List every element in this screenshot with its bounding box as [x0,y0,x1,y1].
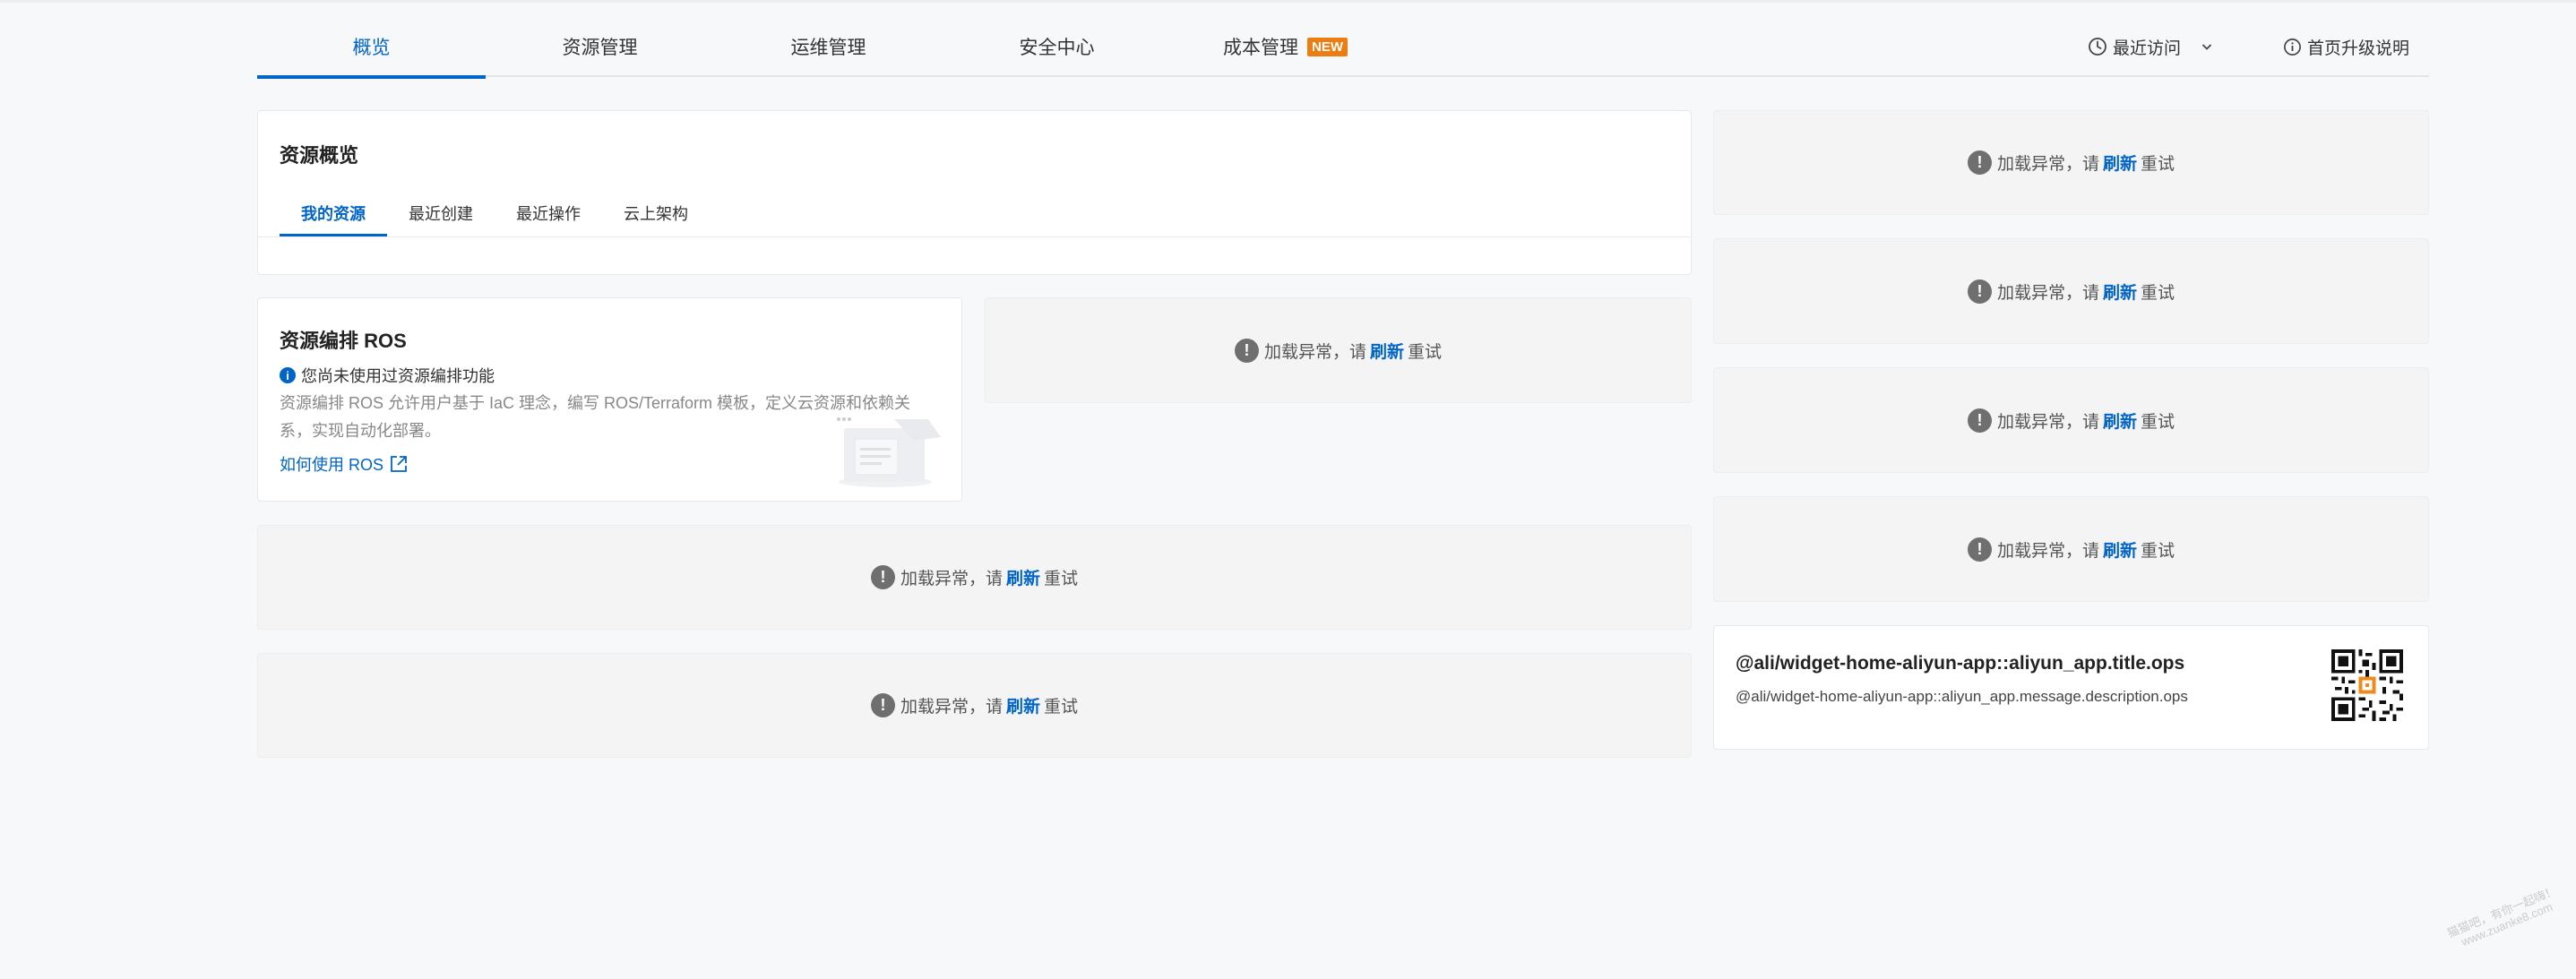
ros-link-label: 如何使用 ROS [280,456,384,474]
error-text: 加载异常，请 [1996,541,2099,561]
refresh-link[interactable]: 刷新 [2103,408,2137,433]
exclamation-icon: ! [1967,408,1992,433]
error-suffix: 重试 [1044,570,1079,588]
load-error-card: ! 加载异常，请 刷新 重试 [257,525,1692,630]
how-to-use-ros-link[interactable]: 如何使用 ROS [280,452,409,476]
error-suffix: 重试 [2141,155,2175,174]
resource-overview-title: 资源概览 [280,144,359,167]
refresh-link[interactable]: 刷新 [2103,279,2137,304]
error-text: 加载异常，请 [1996,283,2099,303]
ros-info-text: 您尚未使用过资源编排功能 [301,367,495,385]
ros-info: i 您尚未使用过资源编排功能 [280,364,495,387]
exclamation-icon: ! [870,565,895,589]
tab-label: 成本管理 [1223,38,1298,58]
refresh-link[interactable]: 刷新 [1006,565,1040,589]
error-text: 加载异常，请 [1996,412,2099,432]
new-badge: NEW [1307,37,1348,56]
resource-overview-card: 资源概览 我的资源 最近创建 最近操作 云上架构 [257,110,1692,275]
tab-ops-management[interactable]: 运维管理 [714,16,943,77]
error-suffix: 重试 [2141,541,2175,561]
homepage-upgrade-notes-link[interactable]: 首页升级说明 [2283,16,2409,77]
tab-security-center[interactable]: 安全中心 [943,16,1171,77]
subtab-recent-operations[interactable]: 最近操作 [495,201,602,236]
recent-visits-dropdown[interactable]: 最近访问 [2088,16,2218,77]
error-suffix: 重试 [2141,283,2175,303]
chevron-down-icon [2201,44,2212,50]
load-error-card: ! 加载异常，请 刷新 重试 [1713,110,2429,215]
error-text: 加载异常，请 [1996,155,2099,174]
error-text: 加载异常，请 [1263,342,1366,362]
exclamation-icon: ! [1967,279,1992,304]
load-error-card: ! 加载异常，请 刷新 重试 [257,653,1692,758]
exclamation-icon: ! [1967,537,1992,562]
exclamation-icon: ! [1967,150,1992,175]
refresh-link[interactable]: 刷新 [1006,693,1040,717]
exclamation-icon: ! [870,693,895,717]
subtab-my-resources[interactable]: 我的资源 [280,201,387,236]
exclamation-icon: ! [1234,338,1259,363]
subtab-cloud-architecture[interactable]: 云上架构 [602,201,710,236]
top-border [0,0,2576,3]
aliyun-app-description: @ali/widget-home-aliyun-app::aliyun_app.… [1736,688,2188,705]
error-text: 加载异常，请 [900,698,1003,717]
subtab-recently-created[interactable]: 最近创建 [387,201,495,236]
external-link-icon [391,456,407,472]
upgrade-notes-label: 首页升级说明 [2306,39,2409,58]
refresh-link[interactable]: 刷新 [2103,537,2137,562]
error-suffix: 重试 [1408,342,1443,362]
error-suffix: 重试 [1044,698,1079,717]
refresh-link[interactable]: 刷新 [1370,339,1404,363]
aliyun-app-title: @ali/widget-home-aliyun-app::aliyun_app.… [1736,653,2185,674]
ros-title: 资源编排 ROS [280,330,407,352]
load-error-card: ! 加载异常，请 刷新 重试 [1713,367,2429,473]
tab-label: 安全中心 [1019,38,1095,58]
top-nav: 概览 资源管理 运维管理 安全中心 成本管理 NEW 最近访问 首页升级说明 [257,16,2429,79]
refresh-link[interactable]: 刷新 [2103,150,2137,175]
tab-cost-management[interactable]: 成本管理 NEW [1171,16,1400,77]
tab-resource-management[interactable]: 资源管理 [486,16,714,77]
tab-label: 运维管理 [790,38,866,58]
tab-label: 资源管理 [562,38,638,58]
load-error-card: ! 加载异常，请 刷新 重试 [1713,238,2429,344]
info-circle-icon [2284,38,2301,56]
error-suffix: 重试 [2141,412,2175,432]
info-icon: i [280,367,296,383]
tab-label: 概览 [352,38,391,58]
qr-code-icon [2331,649,2403,721]
load-error-card: ! 加载异常，请 刷新 重试 [985,297,1692,403]
aliyun-app-card[interactable]: @ali/widget-home-aliyun-app::aliyun_app.… [1713,625,2429,750]
folder-illustration-icon [837,417,941,487]
load-error-card: ! 加载异常，请 刷新 重试 [1713,496,2429,602]
ros-card: 资源编排 ROS i 您尚未使用过资源编排功能 资源编排 ROS 允许用户基于 … [257,297,962,502]
error-text: 加载异常，请 [900,570,1003,588]
watermark: 猫猫吧，有你一起嗨！ www.zuanke8.com [2445,884,2563,953]
tab-overview[interactable]: 概览 [257,16,486,79]
resource-overview-tabs: 我的资源 最近创建 最近操作 云上架构 [280,201,710,236]
recent-visits-label: 最近访问 [2112,39,2181,58]
tabs-divider [258,236,1691,237]
clock-icon [2089,38,2106,56]
